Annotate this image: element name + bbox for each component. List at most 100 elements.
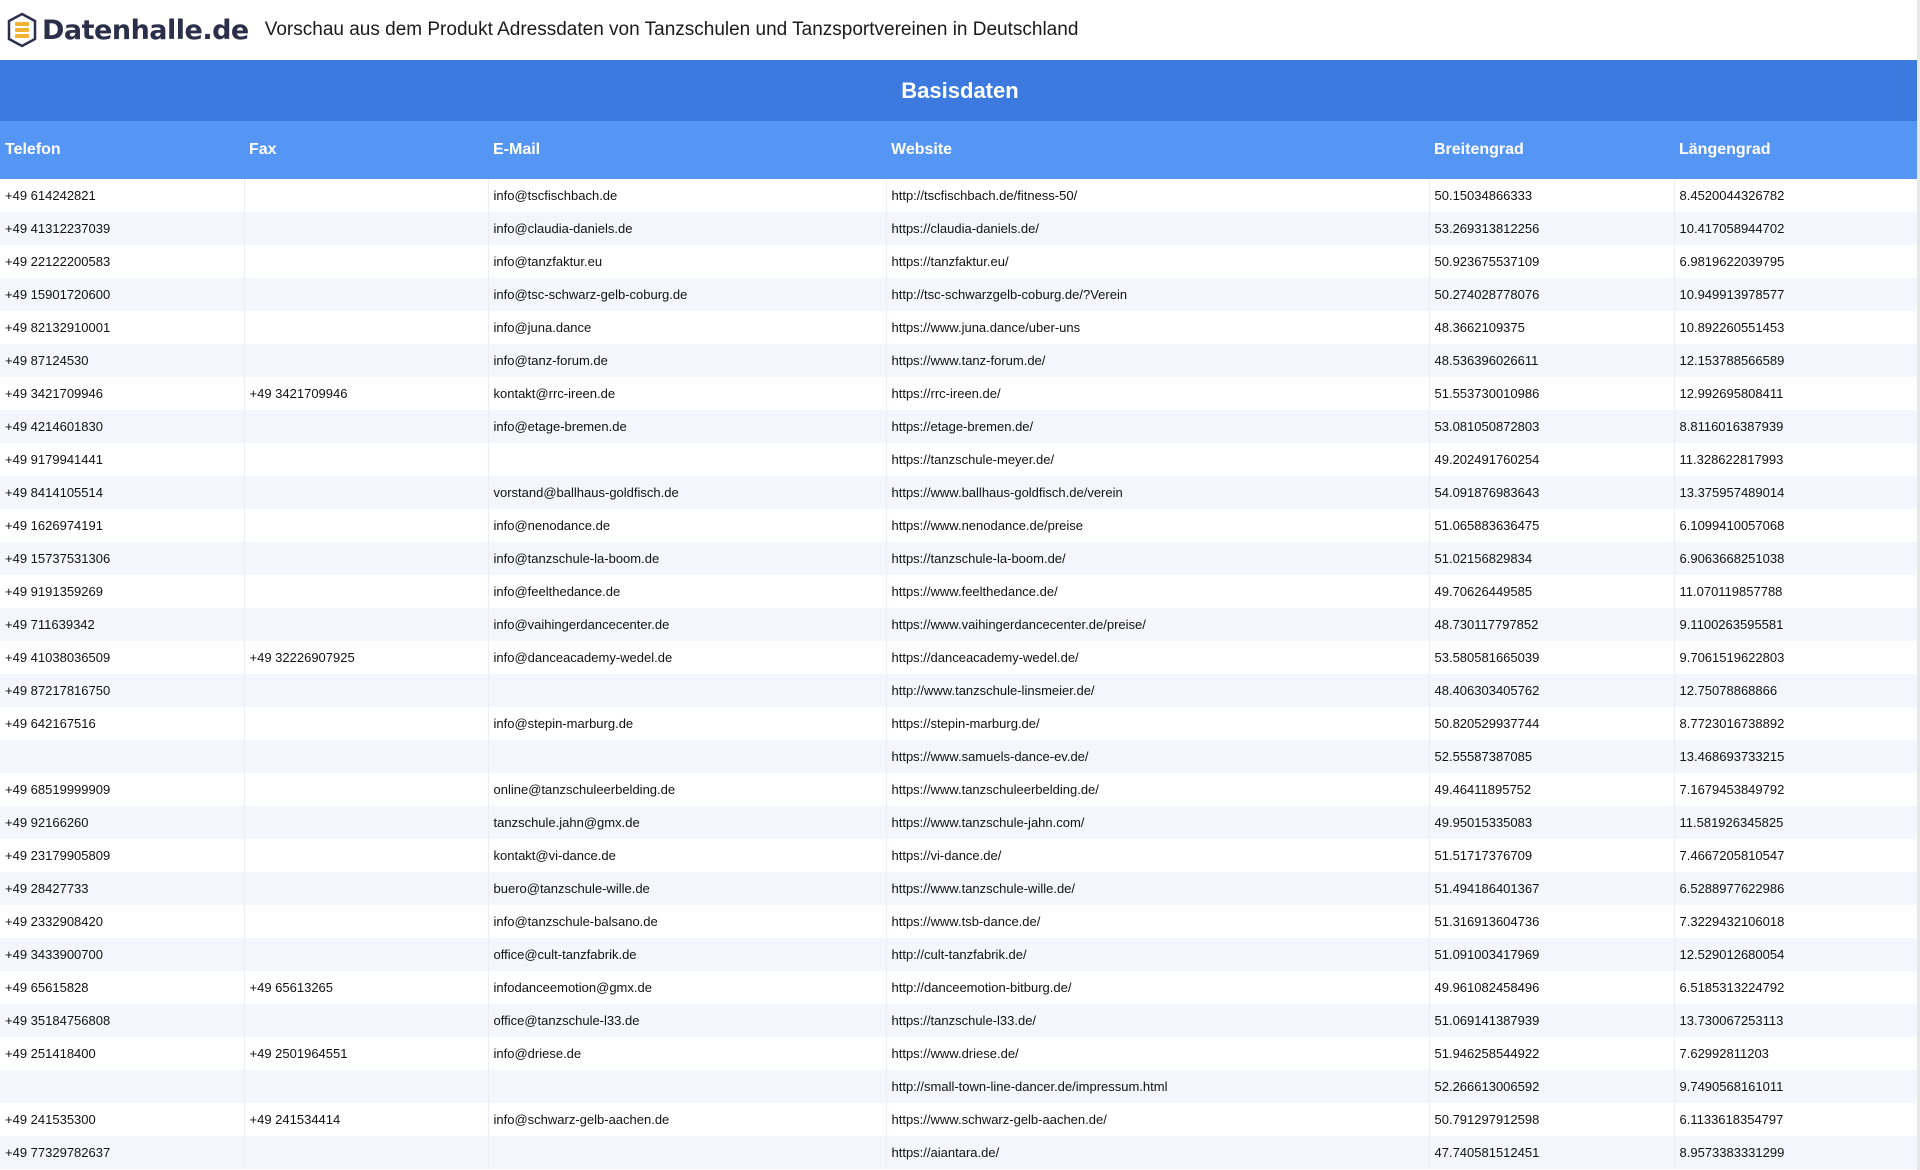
cell-website[interactable]: https://www.juna.dance/uber-uns [886,311,1430,344]
cell-breitengrad: 48.730117797852 [1429,608,1675,641]
cell-website[interactable]: https://tanzschule-meyer.de/ [886,443,1430,476]
column-header-telefon[interactable]: Telefon [0,121,244,179]
cell-breitengrad: 51.065883636475 [1429,509,1675,542]
cell-email[interactable]: info@tscfischbach.de [488,179,887,212]
cell-website[interactable]: https://vi-dance.de/ [886,839,1430,872]
cell-telefon: +49 28427733 [0,872,245,905]
cell-website[interactable]: http://cult-tanzfabrik.de/ [886,938,1430,971]
column-header-email[interactable]: E-Mail [488,121,886,179]
cell-email[interactable]: infodanceemotion@gmx.de [488,971,887,1004]
cell-website[interactable]: https://www.samuels-dance-ev.de/ [886,740,1430,773]
cell-email[interactable]: buero@tanzschule-wille.de [488,872,887,905]
cell-email[interactable]: kontakt@rrc-ireen.de [488,377,887,410]
cell-email[interactable]: office@tanzschule-l33.de [488,1004,887,1037]
cell-fax [244,806,489,839]
cell-website[interactable]: https://www.tanzschule-jahn.com/ [886,806,1430,839]
cell-email[interactable]: info@etage-bremen.de [488,410,887,443]
cell-website[interactable]: http://small-town-line-dancer.de/impress… [886,1070,1430,1103]
cell-telefon: +49 1626974191 [0,509,245,542]
cell-website[interactable]: https://www.driese.de/ [886,1037,1430,1070]
cell-email[interactable]: office@cult-tanzfabrik.de [488,938,887,971]
cell-email[interactable] [488,443,887,476]
table-row: +49 3421709946 +49 3421709946 kontakt@rrc-… [0,377,1920,410]
table-row: +49 41312237039 info@claudia-daniels.de ht… [0,212,1920,245]
cell-fax [244,410,489,443]
column-header-fax[interactable]: Fax [244,121,488,179]
cell-email[interactable]: info@tanzschule-la-boom.de [488,542,887,575]
cell-email[interactable]: info@vaihingerdancecenter.de [488,608,887,641]
table-row: +49 65615828 +49 65613265 infodanceemotion… [0,971,1920,1004]
cell-website[interactable]: https://claudia-daniels.de/ [886,212,1430,245]
cell-website[interactable]: https://www.ballhaus-goldfisch.de/verein [886,476,1430,509]
cell-email[interactable]: info@claudia-daniels.de [488,212,887,245]
cell-email[interactable]: info@tanzschule-balsano.de [488,905,887,938]
cell-telefon: +49 711639342 [0,608,245,641]
cell-breitengrad: 51.553730010986 [1429,377,1675,410]
column-header-laengengrad[interactable]: Längengrad [1674,121,1920,179]
cell-website[interactable]: https://etage-bremen.de/ [886,410,1430,443]
cell-telefon: +49 251418400 [0,1037,245,1070]
cell-laengengrad: 7.4667205810547 [1674,839,1920,872]
cell-email[interactable]: info@schwarz-gelb-aachen.de [488,1103,887,1136]
cell-email[interactable] [488,740,887,773]
cell-website[interactable]: https://www.tanzschule-wille.de/ [886,872,1430,905]
cell-website[interactable]: https://www.schwarz-gelb-aachen.de/ [886,1103,1430,1136]
cell-email[interactable]: info@tanz-forum.de [488,344,887,377]
cell-email[interactable]: info@nenodance.de [488,509,887,542]
cell-email[interactable]: info@tsc-schwarz-gelb-coburg.de [488,278,887,311]
cell-email[interactable]: online@tanzschuleerbelding.de [488,773,887,806]
column-header-website[interactable]: Website [886,121,1429,179]
cell-website[interactable]: https://www.tanzschuleerbelding.de/ [886,773,1430,806]
cell-website[interactable]: https://www.tanz-forum.de/ [886,344,1430,377]
cell-email[interactable] [488,674,887,707]
cell-website[interactable]: https://aiantara.de/ [886,1136,1430,1169]
cell-breitengrad: 50.923675537109 [1429,245,1675,278]
cell-website[interactable]: https://stepin-marburg.de/ [886,707,1430,740]
cell-website[interactable]: http://tscfischbach.de/fitness-50/ [886,179,1430,212]
cell-email[interactable]: info@danceacademy-wedel.de [488,641,887,674]
cell-website[interactable]: https://www.vaihingerdancecenter.de/prei… [886,608,1430,641]
cell-email[interactable]: vorstand@ballhaus-goldfisch.de [488,476,887,509]
cell-telefon: +49 9179941441 [0,443,245,476]
cell-website[interactable]: https://tanzschule-la-boom.de/ [886,542,1430,575]
cell-email[interactable]: info@stepin-marburg.de [488,707,887,740]
cell-fax [244,1004,489,1037]
cell-website[interactable]: http://tsc-schwarzgelb-coburg.de/?Verein [886,278,1430,311]
column-header-breitengrad[interactable]: Breitengrad [1429,121,1674,179]
cell-telefon: +49 2332908420 [0,905,245,938]
cell-laengengrad: 6.9063668251038 [1674,542,1920,575]
cell-website[interactable]: http://danceemotion-bitburg.de/ [886,971,1430,1004]
cell-email[interactable]: info@feelthedance.de [488,575,887,608]
cell-email[interactable] [488,1136,887,1169]
cell-telefon: +49 68519999909 [0,773,245,806]
cell-telefon: +49 3433900700 [0,938,245,971]
cell-fax: +49 2501964551 [244,1037,489,1070]
cell-breitengrad: 51.946258544922 [1429,1037,1675,1070]
cell-laengengrad: 12.75078868866 [1674,674,1920,707]
cell-telefon: +49 41312237039 [0,212,245,245]
cell-website[interactable]: https://danceacademy-wedel.de/ [886,641,1430,674]
logo[interactable]: Datenhalle.de [6,0,249,60]
table-row: +49 8414105514 vorstand@ballhaus-goldfisc… [0,476,1920,509]
cell-website[interactable]: https://www.feelthedance.de/ [886,575,1430,608]
cell-laengengrad: 13.468693733215 [1674,740,1920,773]
cell-website[interactable]: https://www.tsb-dance.de/ [886,905,1430,938]
cell-website[interactable]: https://tanzschule-l33.de/ [886,1004,1430,1037]
cell-email[interactable]: info@tanzfaktur.eu [488,245,887,278]
cell-email[interactable]: info@driese.de [488,1037,887,1070]
cell-laengengrad: 12.992695808411 [1674,377,1920,410]
cell-website[interactable]: https://rrc-ireen.de/ [886,377,1430,410]
table-row: +49 41038036509 +49 32226907925 info@dance… [0,641,1920,674]
table-row: +49 241535300 +49 241534414 info@schwarz-g… [0,1103,1920,1136]
cell-laengengrad: 11.328622817993 [1674,443,1920,476]
cell-breitengrad: 53.269313812256 [1429,212,1675,245]
cell-email[interactable] [488,1070,887,1103]
cell-website[interactable]: https://tanzfaktur.eu/ [886,245,1430,278]
cell-email[interactable]: tanzschule.jahn@gmx.de [488,806,887,839]
cell-email[interactable]: info@juna.dance [488,311,887,344]
cell-website[interactable]: http://www.tanzschule-linsmeier.de/ [886,674,1430,707]
cell-breitengrad: 51.091003417969 [1429,938,1675,971]
cell-email[interactable]: kontakt@vi-dance.de [488,839,887,872]
cell-website[interactable]: https://www.nenodance.de/preise [886,509,1430,542]
cell-breitengrad: 47.740581512451 [1429,1136,1675,1169]
